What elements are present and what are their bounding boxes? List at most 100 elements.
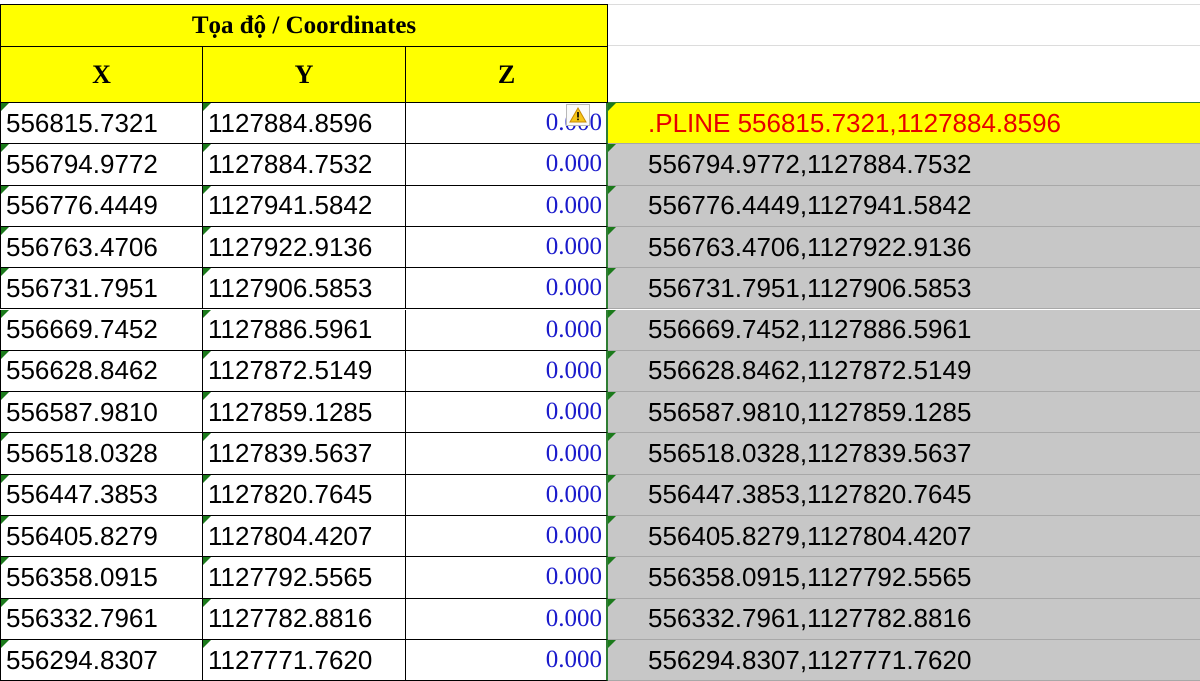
cell-y[interactable]: 1127859.1285: [203, 392, 406, 434]
cell-y[interactable]: 1127941.5842: [203, 185, 406, 227]
cell-command[interactable]: 556776.4449,1127941.5842: [608, 185, 1200, 227]
cell-command[interactable]: 556587.9810,1127859.1285: [608, 392, 1200, 434]
cell-z[interactable]: 0.000: [406, 598, 608, 640]
cell-z[interactable]: 0.000: [406, 557, 608, 599]
cell-command-value: 556794.9772,1127884.7532: [648, 148, 972, 179]
cell-x[interactable]: 556669.7452: [0, 309, 203, 351]
column-header-x[interactable]: X: [0, 46, 203, 103]
green-triangle-marker: [203, 268, 211, 277]
green-triangle-marker: [608, 639, 616, 648]
cell-z-value: 0.000: [545, 522, 602, 550]
cell-command-value: 556332.7961,1127782.8816: [648, 603, 972, 634]
green-triangle-marker: [1, 103, 9, 111]
cell-x[interactable]: 556815.7321: [0, 103, 203, 145]
cell-command[interactable]: 556794.9772,1127884.7532: [608, 144, 1200, 186]
cell-x[interactable]: 556763.4706: [0, 226, 203, 269]
table-row: 556815.73211127884.85960.000.PLINE 55681…: [0, 103, 1200, 145]
cell-y[interactable]: 1127782.8816: [203, 598, 406, 640]
cell-y[interactable]: 1127886.5961: [203, 309, 406, 351]
cell-x[interactable]: 556628.8462: [0, 350, 203, 393]
cell-y[interactable]: 1127839.5637: [203, 433, 406, 475]
coordinates-title-cell[interactable]: Tọa độ / Coordinates: [0, 4, 608, 46]
table-row: 556447.3853 1127820.7645 0.000 556447.3853,…: [0, 474, 1200, 516]
cell-y[interactable]: 1127792.5565: [203, 557, 406, 599]
table-row: 556518.0328 1127839.5637 0.000 556518.0328,…: [0, 433, 1200, 475]
green-triangle-marker: [203, 185, 211, 194]
cell-command[interactable]: 556669.7452,1127886.5961: [608, 309, 1200, 351]
green-triangle-marker: [203, 557, 211, 566]
green-triangle-marker: [203, 474, 211, 483]
green-triangle-marker: [1, 226, 9, 235]
green-triangle-marker: [203, 639, 211, 648]
cell-x[interactable]: 556794.9772: [0, 144, 203, 186]
green-triangle-marker: [608, 433, 616, 442]
cell-y-value: 1127792.5565: [208, 561, 373, 592]
column-header-z[interactable]: Z: [406, 46, 608, 103]
cell-command-value: 556358.0915,1127792.5565: [648, 561, 972, 592]
cell-y-value: 1127922.9136: [208, 231, 373, 262]
cell-y-value: 1127804.4207: [208, 520, 373, 551]
cell-command[interactable]: 556628.8462,1127872.5149: [608, 350, 1200, 393]
cell-z[interactable]: 0.000: [406, 474, 608, 516]
cell-x[interactable]: 556358.0915: [0, 557, 203, 599]
cell-y-value: 1127859.1285: [208, 396, 373, 427]
cell-z[interactable]: 0.000: [406, 226, 608, 269]
cell-command[interactable]: 556763.4706,1127922.9136: [608, 226, 1200, 269]
cell-command-value: 556294.8307,1127771.7620: [648, 644, 972, 675]
cell-z[interactable]: 0.000: [406, 268, 608, 310]
green-triangle-marker: [203, 350, 211, 359]
cell-z-value: 0.000: [545, 274, 602, 302]
cell-x[interactable]: 556776.4449: [0, 185, 203, 227]
cell-command[interactable]: 556447.3853,1127820.7645: [608, 474, 1200, 516]
green-triangle-marker: [203, 103, 211, 111]
green-triangle-marker: [203, 516, 211, 524]
cell-y-value: 1127884.7532: [208, 148, 373, 179]
cell-z-value: 0.000: [545, 480, 602, 508]
cell-command[interactable]: 556731.7951,1127906.5853: [608, 268, 1200, 310]
green-triangle-marker: [1, 557, 9, 566]
cell-z[interactable]: 0.000: [406, 309, 608, 351]
cell-x[interactable]: 556587.9810: [0, 392, 203, 434]
cell-command[interactable]: .PLINE 556815.7321,1127884.8596: [608, 103, 1200, 145]
cell-y-value: 1127886.5961: [208, 314, 373, 345]
cell-z-value: 0.000: [545, 563, 602, 591]
cell-command[interactable]: 556358.0915,1127792.5565: [608, 557, 1200, 599]
table-row: 556776.4449 1127941.5842 0.000 556776.4449,…: [0, 185, 1200, 227]
cell-y[interactable]: 1127922.9136: [203, 226, 406, 269]
warning-icon[interactable]: [566, 104, 590, 126]
cell-x-value: 556358.0915: [6, 561, 158, 592]
cell-y[interactable]: 1127820.7645: [203, 474, 406, 516]
table-row: 556358.0915 1127792.5565 0.000 556358.0915,…: [0, 557, 1200, 599]
cell-x-value: 556815.7321: [6, 107, 158, 138]
green-triangle-marker: [203, 309, 211, 318]
table-row: 556628.8462 1127872.5149 0.000 556628.8462,…: [0, 350, 1200, 393]
cell-x-value: 556763.4706: [6, 231, 158, 262]
cell-x[interactable]: 556405.8279: [0, 516, 203, 558]
cell-x[interactable]: 556447.3853: [0, 474, 203, 516]
cell-z[interactable]: 0.000: [406, 185, 608, 227]
cell-y-value: 1127820.7645: [208, 479, 373, 510]
column-header-y[interactable]: Y: [203, 46, 406, 103]
cell-command[interactable]: 556332.7961,1127782.8816: [608, 598, 1200, 640]
cell-y[interactable]: 1127884.7532: [203, 144, 406, 186]
cell-z[interactable]: 0.000: [406, 350, 608, 393]
cell-command[interactable]: 556405.8279,1127804.4207: [608, 516, 1200, 558]
cell-command[interactable]: 556518.0328,1127839.5637: [608, 433, 1200, 475]
cell-z[interactable]: 0.000: [406, 433, 608, 475]
cell-y[interactable]: 1127906.5853: [203, 268, 406, 310]
cell-z[interactable]: 0.000: [406, 144, 608, 186]
cell-y[interactable]: 1127804.4207: [203, 516, 406, 558]
cell-x[interactable]: 556332.7961: [0, 598, 203, 640]
green-triangle-marker: [203, 226, 211, 235]
cell-x-value: 556628.8462: [6, 355, 158, 386]
cell-y-value: 1127782.8816: [208, 603, 373, 634]
cell-y[interactable]: 1127872.5149: [203, 350, 406, 393]
cell-z[interactable]: 0.000: [406, 516, 608, 558]
cell-x[interactable]: 556731.7951: [0, 268, 203, 310]
cell-x[interactable]: 556518.0328: [0, 433, 203, 475]
green-triangle-marker: [608, 350, 616, 359]
cell-z[interactable]: 0.000: [406, 392, 608, 434]
green-triangle-marker: [203, 392, 211, 401]
cell-y[interactable]: 1127884.8596: [203, 103, 406, 145]
cell-y-value: 1127884.8596: [208, 107, 373, 138]
